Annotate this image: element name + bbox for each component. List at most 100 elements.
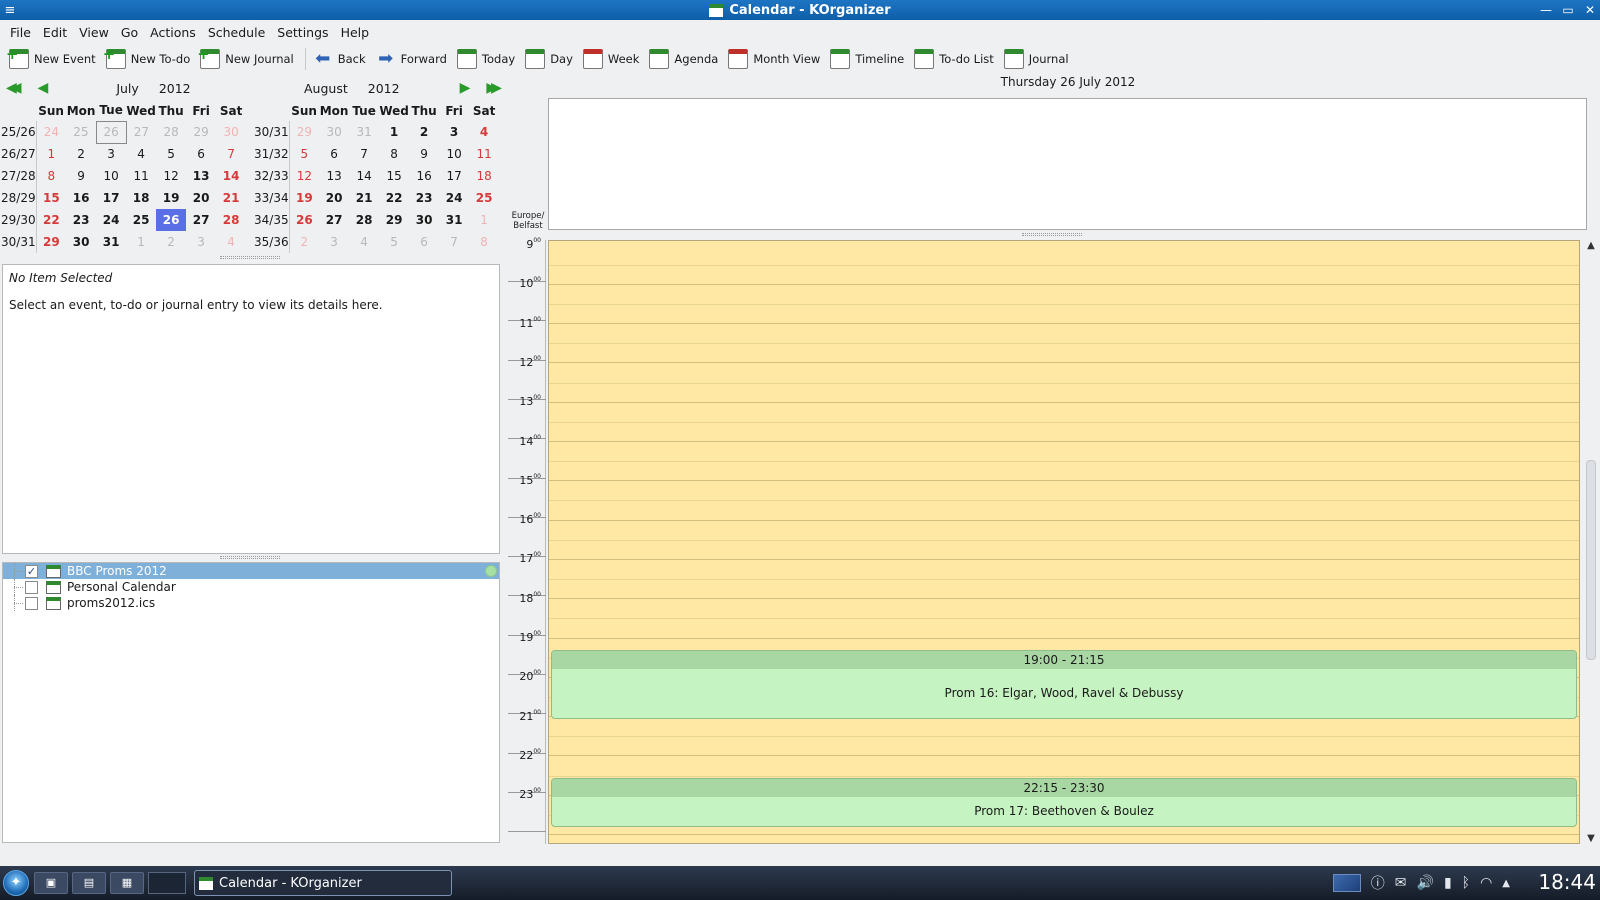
day-cell[interactable]: 26 <box>156 209 187 231</box>
week-number[interactable]: 34/35 <box>253 209 290 231</box>
info-icon[interactable]: ⓘ <box>1371 873 1385 893</box>
day-cell[interactable]: 6 <box>409 231 439 253</box>
day-cell[interactable]: 29 <box>36 231 66 253</box>
day-cell[interactable]: 27 <box>186 209 216 231</box>
day-cell[interactable]: 29 <box>186 121 216 143</box>
day-cell[interactable]: 8 <box>469 231 499 253</box>
day-cell[interactable]: 23 <box>409 187 439 209</box>
day-cell[interactable]: 26 <box>289 209 319 231</box>
right-month-select[interactable]: August <box>304 81 348 96</box>
calendar-color-dot[interactable] <box>485 565 497 577</box>
menu-settings[interactable]: Settings <box>271 22 334 42</box>
calendar-item-bbc-proms[interactable]: ✓ BBC Proms 2012 <box>3 563 499 579</box>
day-cell[interactable]: 22 <box>36 209 66 231</box>
menu-file[interactable]: File <box>4 22 37 42</box>
day-cell[interactable]: 27 <box>126 121 156 143</box>
day-cell[interactable]: 30 <box>409 209 439 231</box>
day-cell[interactable]: 18 <box>126 187 156 209</box>
week-number[interactable]: 32/33 <box>253 165 290 187</box>
left-year-select[interactable]: 2012 <box>159 81 191 96</box>
day-cell[interactable]: 30 <box>216 121 246 143</box>
day-cell[interactable]: 3 <box>186 231 216 253</box>
agenda-event[interactable]: 22:15 - 23:30 Prom 17: Beethoven & Boulez <box>551 777 1577 827</box>
menu-go[interactable]: Go <box>115 22 144 42</box>
day-cell[interactable]: 19 <box>156 187 186 209</box>
day-cell[interactable]: 21 <box>349 187 379 209</box>
day-cell[interactable]: 24 <box>96 209 126 231</box>
journal-button[interactable]: Journal <box>1001 46 1076 72</box>
day-cell[interactable]: 8 <box>379 143 409 165</box>
day-cell[interactable]: 30 <box>66 231 96 253</box>
splitter-handle[interactable] <box>220 256 280 259</box>
minimize-icon[interactable]: — <box>1540 3 1552 17</box>
week-number[interactable]: 29/30 <box>0 209 37 231</box>
day-view-button[interactable]: Day <box>522 46 580 72</box>
window-menu-icon[interactable]: ≡ <box>0 3 20 18</box>
calendar-item-personal[interactable]: Personal Calendar <box>3 579 499 595</box>
day-cell[interactable]: 10 <box>96 165 126 187</box>
day-agenda-column[interactable]: 19:00 - 21:15 Prom 16: Elgar, Wood, Ravel… <box>548 240 1580 844</box>
month-view-button[interactable]: Month View <box>725 46 827 72</box>
agenda-date-header[interactable]: Thursday 26 July 2012 <box>548 75 1588 89</box>
left-month-select[interactable]: July <box>116 81 138 96</box>
volume-icon[interactable]: 🔊 <box>1417 875 1434 891</box>
splitter-handle[interactable] <box>1022 233 1082 236</box>
agenda-button[interactable]: Agenda <box>646 46 725 72</box>
day-cell[interactable]: 5 <box>156 143 186 165</box>
week-view-button[interactable]: Week <box>580 46 647 72</box>
day-cell[interactable]: 18 <box>469 165 499 187</box>
close-icon[interactable]: ✕ <box>1584 3 1596 17</box>
day-cell[interactable]: 6 <box>186 143 216 165</box>
day-cell[interactable]: 6 <box>319 143 349 165</box>
calendar-checkbox[interactable] <box>25 580 38 594</box>
day-cell[interactable]: 1 <box>469 209 499 231</box>
day-cell[interactable]: 20 <box>186 187 216 209</box>
day-cell[interactable]: 15 <box>379 165 409 187</box>
week-number[interactable]: 28/29 <box>0 187 37 209</box>
agenda-scrollbar[interactable]: ▲ ▼ <box>1584 240 1598 844</box>
week-number[interactable]: 31/32 <box>253 143 290 165</box>
next-month-icon[interactable]: ▶ <box>460 80 471 96</box>
day-cell[interactable]: 31 <box>439 209 469 231</box>
mail-icon[interactable]: ✉ <box>1395 875 1407 891</box>
new-todo-button[interactable]: New To-do <box>103 45 198 72</box>
day-cell[interactable]: 14 <box>216 165 246 187</box>
clock[interactable]: 18:44 <box>1538 870 1596 894</box>
week-number[interactable]: 26/27 <box>0 143 37 165</box>
day-cell[interactable]: 29 <box>379 209 409 231</box>
splitter-handle[interactable] <box>220 556 280 559</box>
agenda-event[interactable]: 19:00 - 21:15 Prom 16: Elgar, Wood, Ravel… <box>551 650 1577 719</box>
day-cell[interactable]: 26 <box>95 120 127 144</box>
maximize-icon[interactable]: ▭ <box>1562 3 1574 17</box>
menu-edit[interactable]: Edit <box>37 22 73 42</box>
day-cell[interactable]: 5 <box>379 231 409 253</box>
calendar-launcher-icon[interactable]: ▦ <box>110 872 144 894</box>
day-cell[interactable]: 21 <box>216 187 246 209</box>
scroll-handle[interactable] <box>1586 460 1596 660</box>
week-number[interactable]: 30/31 <box>0 231 37 253</box>
bluetooth-icon[interactable]: ᛒ <box>1462 875 1470 891</box>
application-launcher-icon[interactable]: ✦ <box>3 870 29 896</box>
day-cell[interactable]: 11 <box>469 143 499 165</box>
day-cell[interactable]: 12 <box>156 165 186 187</box>
day-cell[interactable]: 13 <box>186 165 216 187</box>
new-journal-button[interactable]: New Journal <box>197 45 301 72</box>
prev-month-icon[interactable]: ◀ <box>38 80 49 96</box>
day-cell[interactable]: 24 <box>439 187 469 209</box>
day-cell[interactable]: 31 <box>96 231 126 253</box>
right-year-select[interactable]: 2012 <box>368 81 400 96</box>
day-cell[interactable]: 2 <box>289 231 319 253</box>
tray-expand-icon[interactable]: ▲ <box>1502 878 1510 889</box>
week-number[interactable]: 33/34 <box>253 187 290 209</box>
today-button[interactable]: Today <box>454 46 522 72</box>
todo-list-button[interactable]: To-do List <box>911 46 1001 72</box>
day-cell[interactable]: 1 <box>36 143 66 165</box>
day-cell[interactable]: 2 <box>66 143 96 165</box>
day-cell[interactable]: 16 <box>66 187 96 209</box>
calendar-checkbox[interactable]: ✓ <box>25 564 38 578</box>
day-cell[interactable]: 28 <box>349 209 379 231</box>
taskbar-task-korganizer[interactable]: Calendar - KOrganizer <box>194 870 452 896</box>
day-cell[interactable]: 1 <box>379 121 409 143</box>
week-number[interactable]: 25/26 <box>0 121 37 143</box>
day-cell[interactable]: 25 <box>469 187 499 209</box>
